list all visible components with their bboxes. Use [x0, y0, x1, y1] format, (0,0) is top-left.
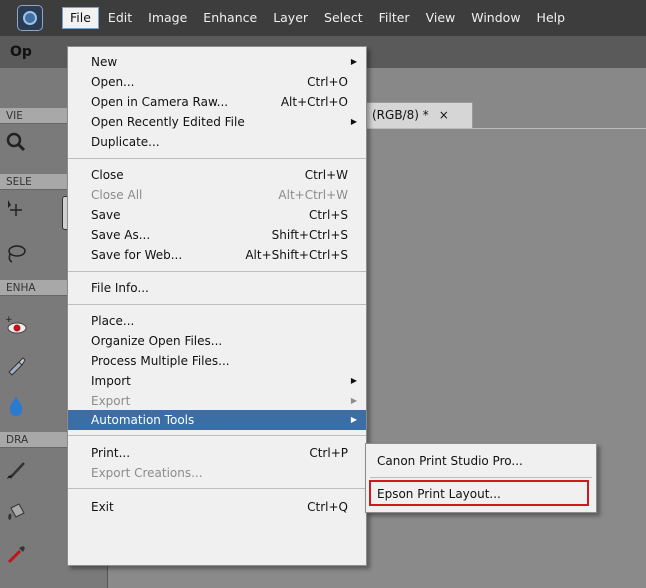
red-eye-tool-icon[interactable]: +: [0, 310, 32, 342]
menu-item-label: Print...: [91, 446, 131, 460]
section-draw-label: DRA: [0, 432, 70, 448]
spot-healing-tool-icon[interactable]: [0, 350, 32, 382]
menu-layer[interactable]: Layer: [266, 7, 315, 29]
menu-item-label: Save: [91, 208, 121, 222]
menubar: File Edit Image Enhance Layer Select Fil…: [0, 0, 646, 36]
menu-item-label: Duplicate...: [91, 135, 160, 149]
document-tab-label: (RGB/8) *: [372, 108, 429, 122]
menu-item-automation-tools[interactable]: Automation Tools ▶: [68, 410, 366, 430]
menu-separator: [68, 435, 366, 436]
menu-edit[interactable]: Edit: [101, 7, 139, 29]
menu-item-print[interactable]: Print... Ctrl+P: [68, 443, 366, 463]
menu-item-label: File Info...: [91, 281, 149, 295]
menu-item-label: Open in Camera Raw...: [91, 95, 229, 109]
menu-item-close-all: Close All Alt+Ctrl+W: [68, 185, 366, 205]
menu-item-save[interactable]: Save Ctrl+S: [68, 205, 366, 225]
menu-item-file-info[interactable]: File Info...: [68, 278, 366, 298]
menu-item-save-for-web[interactable]: Save for Web... Alt+Shift+Ctrl+S: [68, 245, 366, 265]
menu-item-duplicate[interactable]: Duplicate...: [68, 132, 366, 152]
menu-select[interactable]: Select: [317, 7, 370, 29]
menu-item-label: Close All: [91, 188, 143, 202]
svg-text:+: +: [5, 315, 13, 325]
blur-tool-icon[interactable]: [0, 390, 32, 422]
menu-item-shortcut: Shift+Ctrl+S: [271, 228, 348, 242]
menu-item-label: Save As...: [91, 228, 151, 242]
menu-item-new[interactable]: New ▶: [68, 52, 366, 72]
file-menu: New ▶ Open... Ctrl+O Open in Camera Raw...…: [67, 46, 367, 566]
menu-item-organize-open-files[interactable]: Organize Open Files...: [68, 331, 366, 351]
menu-item-label: Exit: [91, 500, 114, 514]
menu-item-shortcut: Ctrl+W: [304, 168, 348, 182]
paint-bucket-tool-icon[interactable]: [0, 496, 32, 528]
document-tab[interactable]: (RGB/8) * ×: [365, 102, 473, 128]
brush-tool-icon[interactable]: [0, 454, 32, 486]
menu-item-label: Organize Open Files...: [91, 334, 223, 348]
submenu-arrow-icon: ▶: [350, 376, 357, 385]
zoom-tool-icon[interactable]: [0, 126, 32, 158]
submenu-arrow-icon: ▶: [350, 415, 357, 424]
menu-item-shortcut: Ctrl+O: [307, 75, 348, 89]
menu-item-shortcut: Ctrl+S: [308, 208, 348, 222]
menu-help[interactable]: Help: [530, 7, 573, 29]
menu-separator: [68, 304, 366, 305]
menu-item-export-creations: Export Creations...: [68, 463, 366, 483]
menu-item-label: Open...: [91, 75, 135, 89]
lasso-tool-icon[interactable]: [0, 238, 32, 270]
menu-item-label: Automation Tools: [91, 413, 195, 427]
menu-item-open-camera-raw[interactable]: Open in Camera Raw... Alt+Ctrl+O: [68, 92, 366, 112]
menu-item-process-multiple-files[interactable]: Process Multiple Files...: [68, 351, 366, 371]
menu-item-shortcut: Alt+Ctrl+W: [278, 188, 348, 202]
submenu-arrow-icon: ▶: [350, 396, 357, 405]
menu-separator: [370, 477, 592, 478]
section-enhance-label: ENHA: [0, 280, 70, 296]
section-select-label: SELE: [0, 174, 70, 190]
menu-item-shortcut: Alt+Shift+Ctrl+S: [245, 248, 348, 262]
menu-item-open[interactable]: Open... Ctrl+O: [68, 72, 366, 92]
menu-item-shortcut: Ctrl+P: [309, 446, 348, 460]
menu-separator: [68, 271, 366, 272]
menu-item-save-as[interactable]: Save As... Shift+Ctrl+S: [68, 225, 366, 245]
menu-file[interactable]: File: [62, 7, 99, 29]
section-view-label: VIE: [0, 108, 70, 124]
menu-filter[interactable]: Filter: [372, 7, 417, 29]
menu-item-label: New: [91, 55, 118, 69]
move-tool-icon[interactable]: [0, 192, 32, 224]
menu-item-exit[interactable]: Exit Ctrl+Q: [68, 497, 366, 517]
menu-item-open-recent[interactable]: Open Recently Edited File ▶: [68, 112, 366, 132]
eyedropper-tool-icon[interactable]: [0, 538, 32, 570]
app-logo-icon[interactable]: [17, 5, 43, 31]
menu-separator: [68, 158, 366, 159]
highlight-callout-box: [369, 480, 589, 506]
menu-item-shortcut: Ctrl+Q: [307, 500, 348, 514]
menu-item-shortcut: Alt+Ctrl+O: [280, 95, 348, 109]
menu-enhance[interactable]: Enhance: [196, 7, 264, 29]
menu-item-label: Save for Web...: [91, 248, 183, 262]
tab-close-icon[interactable]: ×: [439, 108, 449, 122]
submenu-arrow-icon: ▶: [350, 57, 357, 66]
menu-item-place[interactable]: Place...: [68, 311, 366, 331]
menu-item-label: Place...: [91, 314, 135, 328]
menu-item-close[interactable]: Close Ctrl+W: [68, 165, 366, 185]
menu-item-canon-print-studio-pro[interactable]: Canon Print Studio Pro...: [366, 449, 596, 473]
menu-item-label: Open Recently Edited File: [91, 115, 245, 129]
menu-item-label: Close: [91, 168, 124, 182]
menu-view[interactable]: View: [419, 7, 463, 29]
menu-item-import[interactable]: Import ▶: [68, 371, 366, 391]
menu-item-label: Import: [91, 374, 131, 388]
menu-item-label: Process Multiple Files...: [91, 354, 230, 368]
menu-item-label: Export: [91, 394, 131, 408]
menu-item-export: Export ▶: [68, 391, 366, 411]
menu-item-label: Export Creations...: [91, 466, 203, 480]
menu-window[interactable]: Window: [464, 7, 527, 29]
submenu-arrow-icon: ▶: [350, 117, 357, 126]
mode-title: Op: [10, 44, 32, 60]
menu-separator: [68, 488, 366, 489]
menu-image[interactable]: Image: [141, 7, 194, 29]
